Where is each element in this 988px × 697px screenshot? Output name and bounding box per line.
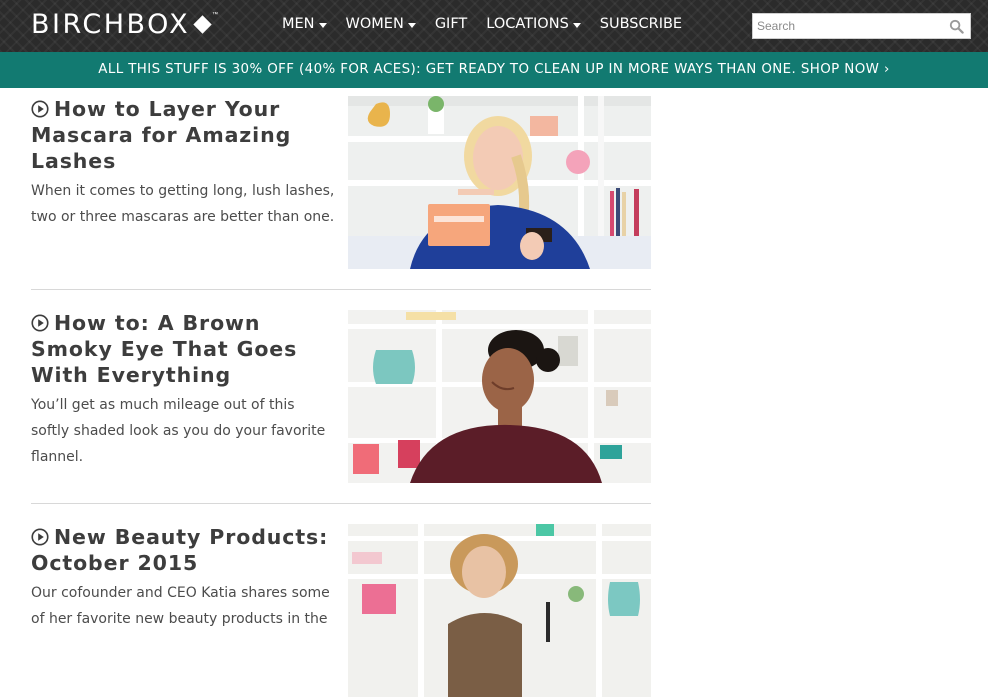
top-header: BIRCHBOX ™ MEN WOMEN GIFT LOCATIONS SUBS… bbox=[0, 0, 988, 52]
nav-label: MEN bbox=[282, 16, 315, 32]
article-title-text: How to Layer Your Mascara for Amazing La… bbox=[31, 97, 292, 173]
nav-item-women[interactable]: WOMEN bbox=[346, 16, 416, 32]
search-input[interactable] bbox=[753, 14, 946, 38]
article-description: Our cofounder and CEO Katia shares some … bbox=[31, 585, 330, 627]
article-thumbnail[interactable] bbox=[348, 524, 651, 697]
article-card: New Beauty Products: October 2015 Our co… bbox=[31, 524, 651, 697]
nav-item-locations[interactable]: LOCATIONS bbox=[486, 16, 581, 32]
article-text: How to: A Brown Smoky Eye That Goes With… bbox=[31, 310, 337, 470]
article-thumbnail[interactable] bbox=[348, 310, 651, 483]
article-card: How to: A Brown Smoky Eye That Goes With… bbox=[31, 310, 651, 486]
caret-down-icon bbox=[407, 22, 416, 28]
diamond-icon bbox=[193, 15, 212, 34]
caret-down-icon bbox=[572, 22, 581, 28]
play-circle-icon bbox=[31, 100, 49, 118]
caret-down-icon bbox=[318, 22, 327, 28]
nav-label: GIFT bbox=[434, 16, 468, 32]
play-circle-icon bbox=[31, 528, 49, 546]
nav-label: WOMEN bbox=[345, 16, 404, 32]
search-box bbox=[752, 13, 971, 39]
video-thumbnail-image bbox=[348, 524, 651, 697]
trademark-symbol: ™ bbox=[212, 12, 219, 18]
logo-text: BIRCHBOX bbox=[31, 9, 191, 40]
birchbox-logo[interactable]: BIRCHBOX ™ bbox=[31, 9, 218, 41]
article-text: New Beauty Products: October 2015 Our co… bbox=[31, 524, 337, 632]
article-card: How to Layer Your Mascara for Amazing La… bbox=[31, 96, 651, 272]
article-title[interactable]: How to: A Brown Smoky Eye That Goes With… bbox=[31, 310, 337, 388]
article-title[interactable]: New Beauty Products: October 2015 bbox=[31, 524, 337, 576]
divider bbox=[31, 503, 651, 504]
article-title-text: New Beauty Products: October 2015 bbox=[31, 525, 329, 575]
main-nav: MEN WOMEN GIFT LOCATIONS SUBSCRIBE bbox=[282, 0, 701, 48]
article-text: How to Layer Your Mascara for Amazing La… bbox=[31, 96, 337, 230]
article-title[interactable]: How to Layer Your Mascara for Amazing La… bbox=[31, 96, 337, 174]
play-circle-icon bbox=[31, 314, 49, 332]
nav-label: SUBSCRIBE bbox=[599, 16, 683, 32]
nav-label: LOCATIONS bbox=[486, 16, 569, 32]
article-thumbnail[interactable] bbox=[348, 96, 651, 269]
nav-item-men[interactable]: MEN bbox=[282, 16, 327, 32]
article-description: When it comes to getting long, lush lash… bbox=[31, 183, 335, 225]
nav-item-subscribe[interactable]: SUBSCRIBE bbox=[600, 16, 682, 32]
divider bbox=[31, 289, 651, 290]
video-thumbnail-image bbox=[348, 96, 651, 269]
promo-banner[interactable]: ALL THIS STUFF IS 30% OFF (40% FOR ACES)… bbox=[0, 52, 988, 88]
nav-item-gift[interactable]: GIFT bbox=[435, 16, 467, 32]
article-description: You’ll get as much mileage out of this s… bbox=[31, 397, 326, 465]
video-thumbnail-image bbox=[348, 310, 651, 483]
search-icon[interactable] bbox=[949, 19, 964, 34]
article-title-text: How to: A Brown Smoky Eye That Goes With… bbox=[31, 311, 298, 387]
